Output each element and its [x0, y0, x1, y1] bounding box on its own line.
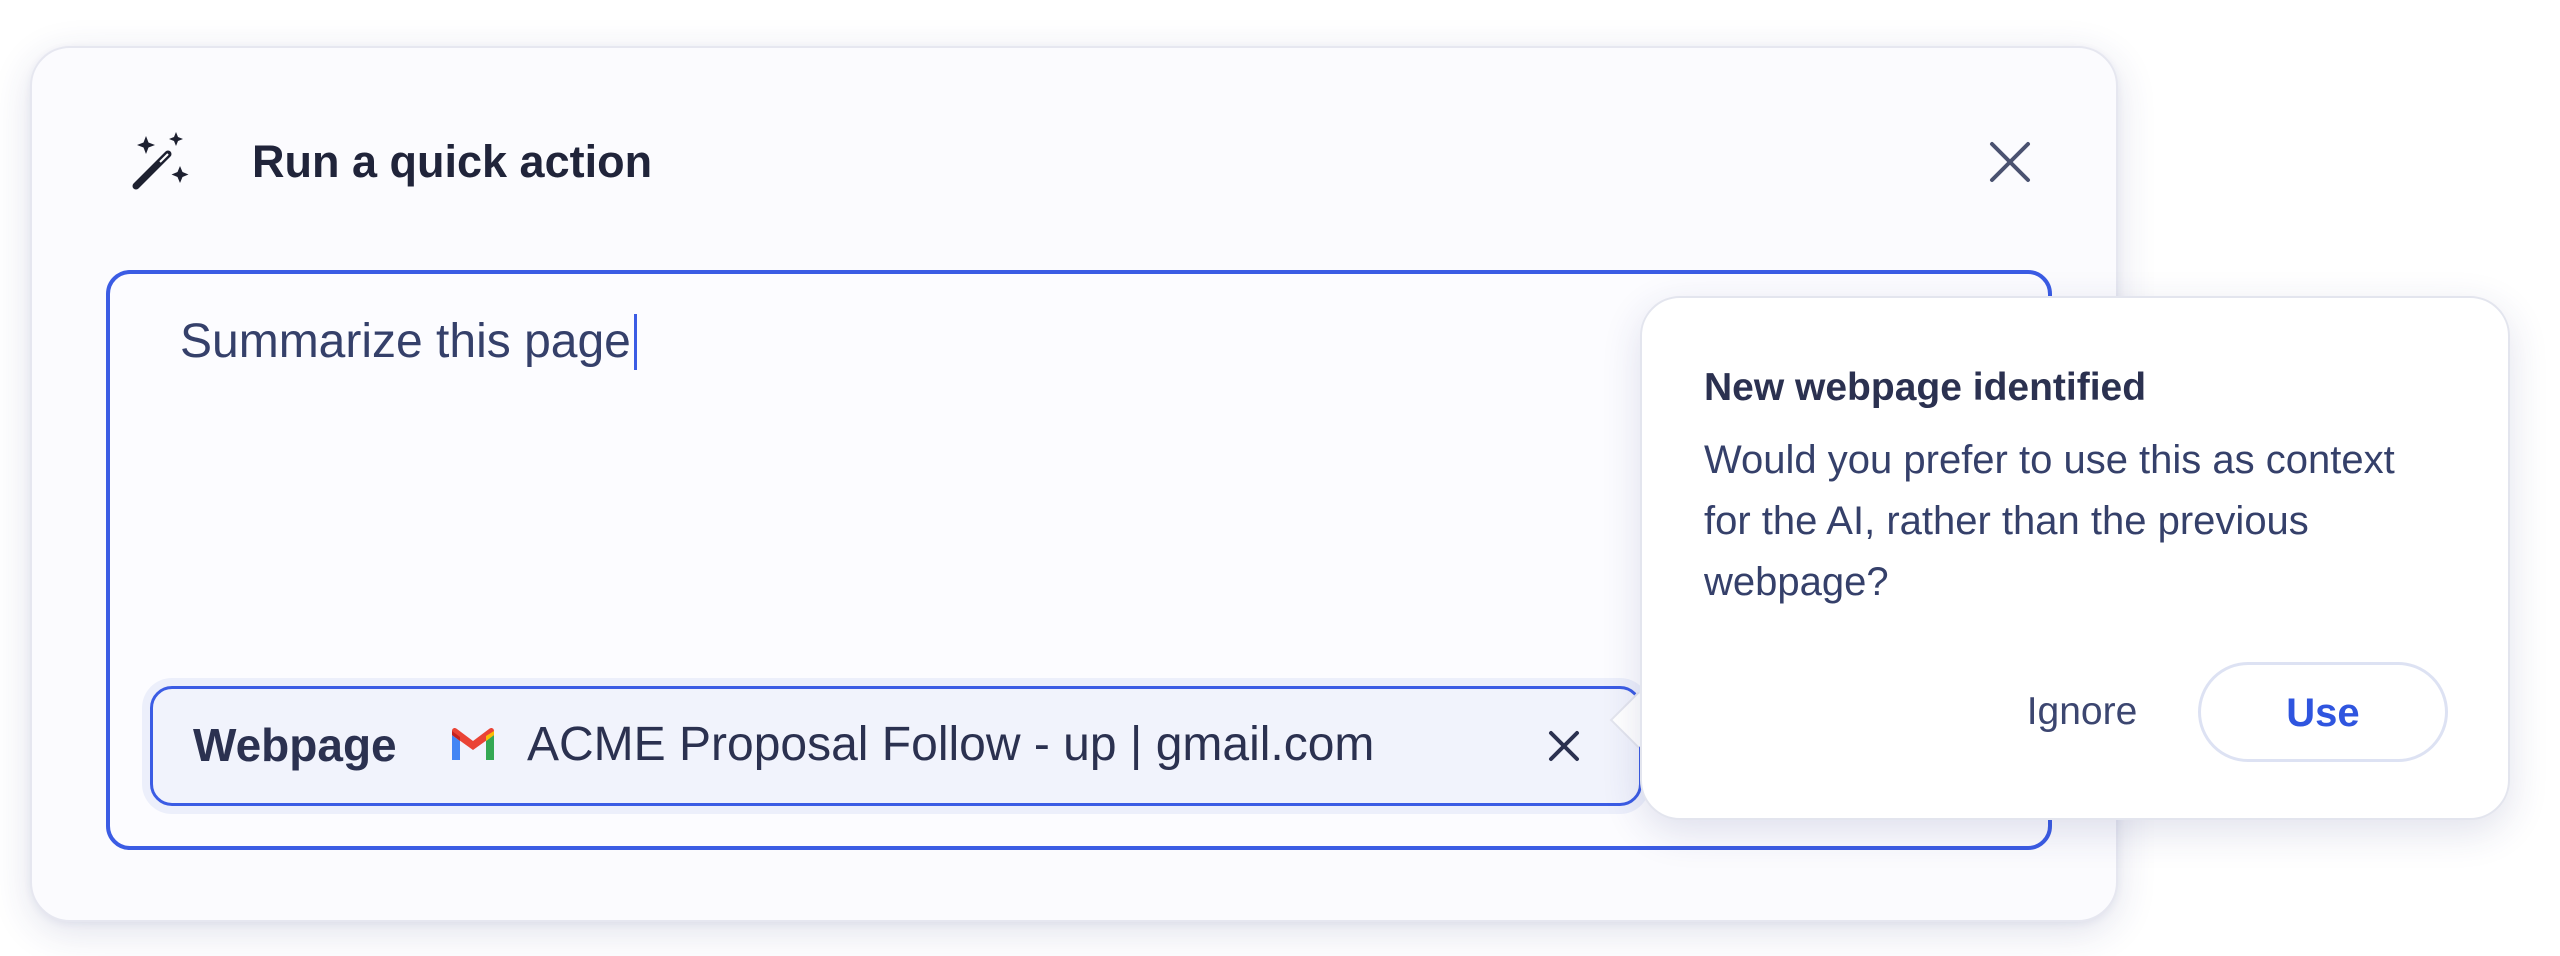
chip-webpage-title: ACME Proposal Follow - up | gmail.com: [527, 718, 1375, 771]
magic-wand-sparkles-icon: [132, 132, 189, 190]
popover-body: Would you prefer to use this as context …: [1704, 438, 2395, 604]
close-icon[interactable]: [1980, 132, 2040, 192]
use-button[interactable]: Use: [2198, 662, 2448, 762]
popover-title: New webpage identified: [1704, 366, 2147, 409]
dialog-title: Run a quick action: [252, 136, 653, 187]
chip-type-label: Webpage: [193, 719, 397, 771]
stage: Run a quick action Summarize this page W…: [0, 0, 2560, 956]
ignore-button[interactable]: Ignore: [1982, 662, 2182, 762]
gmail-icon: [452, 727, 494, 760]
prompt-input-value: Summarize this page: [180, 315, 631, 368]
context-chip[interactable]: Webpage ACME Proposal Follow - up | gmai…: [150, 686, 1642, 806]
prompt-input-text: Summarize this page: [180, 312, 637, 372]
new-webpage-popover: New webpage identified Would you prefer …: [1640, 296, 2510, 820]
remove-context-close-icon[interactable]: [1543, 725, 1585, 767]
text-caret: [633, 314, 637, 370]
